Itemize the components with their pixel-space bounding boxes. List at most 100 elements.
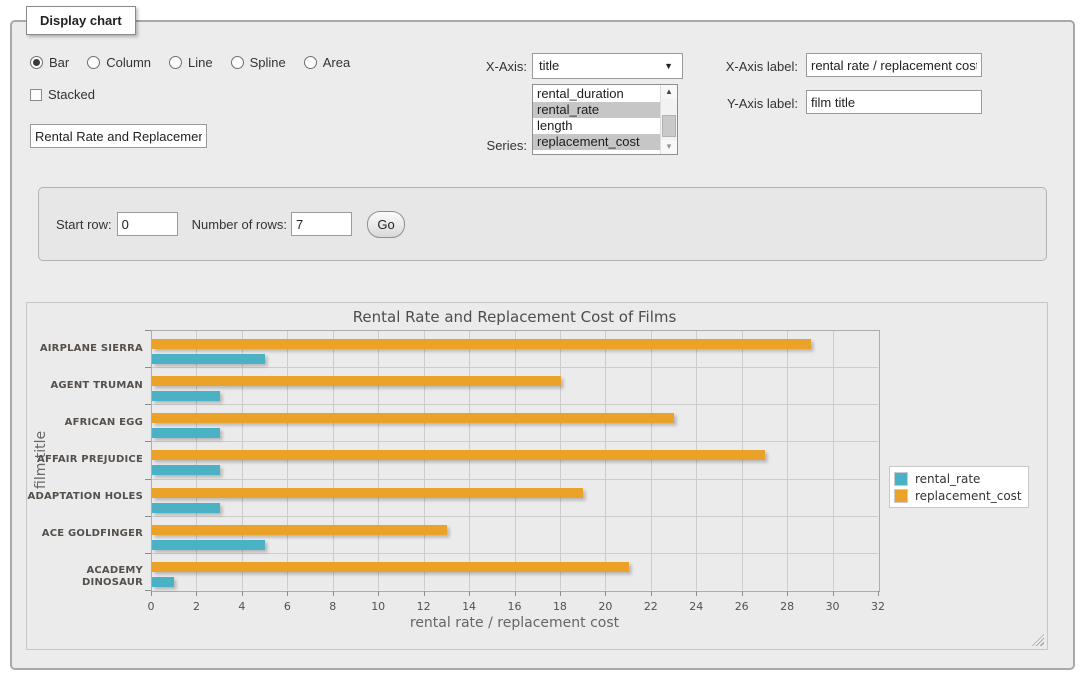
category-tick xyxy=(145,404,151,405)
radio-icon[interactable] xyxy=(169,56,182,69)
page: Display chart BarColumnLineSplineArea St… xyxy=(0,0,1081,681)
radio-icon[interactable] xyxy=(304,56,317,69)
x-tick-label: 14 xyxy=(449,600,489,613)
category-label: ADAPTATION HOLES xyxy=(27,491,143,503)
chart-type-radio-line[interactable]: Line xyxy=(169,55,213,70)
category-tick xyxy=(145,441,151,442)
series-option-length[interactable]: length xyxy=(533,118,660,134)
scroll-down-icon[interactable]: ▼ xyxy=(661,140,677,154)
plot-border xyxy=(151,330,880,592)
x-tick-label: 8 xyxy=(313,600,353,613)
bar-replacement_cost-affair-prejudice xyxy=(152,450,765,460)
series-option-replacement_cost[interactable]: replacement_cost xyxy=(533,134,660,150)
start-row-label: Start row: xyxy=(56,217,112,232)
radio-label: Line xyxy=(188,55,213,70)
x-tick xyxy=(287,591,288,596)
x-tick xyxy=(742,591,743,596)
y-axis-label-input[interactable] xyxy=(806,90,982,114)
x-tick xyxy=(560,591,561,596)
bar-replacement_cost-airplane-sierra xyxy=(152,339,811,349)
radio-label: Bar xyxy=(49,55,69,70)
x-tick xyxy=(333,591,334,596)
chart-legend: rental_rate replacement_cost xyxy=(889,466,1029,508)
x-tick xyxy=(787,591,788,596)
radio-icon[interactable] xyxy=(87,56,100,69)
chart-type-radio-bar[interactable]: Bar xyxy=(30,55,69,70)
x-tick-label: 28 xyxy=(767,600,807,613)
x-tick xyxy=(605,591,606,596)
x-axis-label-label: X-Axis label: xyxy=(700,59,798,75)
legend-item-rental_rate: rental_rate xyxy=(894,470,1022,487)
x-tick xyxy=(651,591,652,596)
chart-type-radio-spline[interactable]: Spline xyxy=(231,55,286,70)
series-listbox[interactable]: rental_durationrental_ratelengthreplacem… xyxy=(532,84,678,155)
x-tick-label: 10 xyxy=(358,600,398,613)
x-tick-label: 2 xyxy=(176,600,216,613)
x-tick xyxy=(833,591,834,596)
x-axis-select-label: X-Axis: xyxy=(440,59,527,75)
x-tick-label: 30 xyxy=(813,600,853,613)
x-axis-selected-value: title xyxy=(539,58,559,73)
x-tick-label: 20 xyxy=(585,600,625,613)
x-tick-label: 22 xyxy=(631,600,671,613)
series-option-rental_duration[interactable]: rental_duration xyxy=(533,86,660,102)
stacked-option[interactable]: Stacked xyxy=(30,87,95,102)
category-tick xyxy=(145,516,151,517)
series-listbox-label: Series: xyxy=(440,138,527,154)
x-tick-label: 18 xyxy=(540,600,580,613)
category-label: AGENT TRUMAN xyxy=(27,380,143,392)
scrollbar-thumb[interactable] xyxy=(662,115,676,137)
legend-item-replacement_cost: replacement_cost xyxy=(894,487,1022,504)
num-rows-label: Number of rows: xyxy=(192,217,287,232)
category-label: AFRICAN EGG xyxy=(27,417,143,429)
go-button[interactable]: Go xyxy=(367,211,405,238)
chart-title-input[interactable] xyxy=(30,124,207,148)
chart-title: Rental Rate and Replacement Cost of Film… xyxy=(151,308,878,326)
category-tick xyxy=(145,553,151,554)
bar-replacement_cost-academy-dinosaur xyxy=(152,562,629,572)
category-label: ACADEMY DINOSAUR xyxy=(27,565,143,589)
chart-type-radio-area[interactable]: Area xyxy=(304,55,350,70)
x-tick-label: 6 xyxy=(267,600,307,613)
stacked-checkbox[interactable] xyxy=(30,89,42,101)
series-options: rental_durationrental_ratelengthreplacem… xyxy=(533,86,660,150)
legend-swatch-rental_rate xyxy=(894,472,908,486)
x-axis-label-input[interactable] xyxy=(806,53,982,77)
bar-replacement_cost-adaptation-holes xyxy=(152,488,583,498)
series-option-rental_rate[interactable]: rental_rate xyxy=(533,102,660,118)
x-tick-label: 12 xyxy=(404,600,444,613)
row-range-panel: Start row: Number of rows: Go xyxy=(38,187,1047,261)
x-tick xyxy=(878,591,879,596)
x-tick-label: 0 xyxy=(131,600,171,613)
x-tick xyxy=(196,591,197,596)
category-tick xyxy=(145,330,151,331)
series-listbox-scrollbar[interactable]: ▲ ▼ xyxy=(660,85,677,154)
x-tick xyxy=(515,591,516,596)
x-tick-label: 26 xyxy=(722,600,762,613)
bar-rental_rate-african-egg xyxy=(152,428,220,438)
radio-label: Column xyxy=(106,55,151,70)
legend-label: replacement_cost xyxy=(915,489,1022,503)
scroll-up-icon[interactable]: ▲ xyxy=(661,85,677,99)
x-axis-title: rental rate / replacement cost xyxy=(151,615,878,631)
category-label: AFFAIR PREJUDICE xyxy=(27,454,143,466)
num-rows-input[interactable] xyxy=(291,212,352,236)
radio-icon[interactable] xyxy=(231,56,244,69)
legend-swatch-replacement_cost xyxy=(894,489,908,503)
chart-canvas: Rental Rate and Replacement Cost of Film… xyxy=(27,303,1047,649)
radio-icon[interactable] xyxy=(30,56,43,69)
bar-rental_rate-affair-prejudice xyxy=(152,465,220,475)
stacked-label: Stacked xyxy=(48,87,95,102)
x-tick xyxy=(242,591,243,596)
x-tick-label: 16 xyxy=(495,600,535,613)
x-tick xyxy=(424,591,425,596)
x-tick xyxy=(469,591,470,596)
category-label: ACE GOLDFINGER xyxy=(27,528,143,540)
chart-container: Rental Rate and Replacement Cost of Film… xyxy=(26,302,1048,650)
x-tick-label: 4 xyxy=(222,600,262,613)
bar-rental_rate-ace-goldfinger xyxy=(152,540,265,550)
category-label: AIRPLANE SIERRA xyxy=(27,343,143,355)
start-row-input[interactable] xyxy=(117,212,178,236)
chart-type-radio-column[interactable]: Column xyxy=(87,55,151,70)
x-axis-select[interactable]: title ▼ xyxy=(532,53,683,79)
